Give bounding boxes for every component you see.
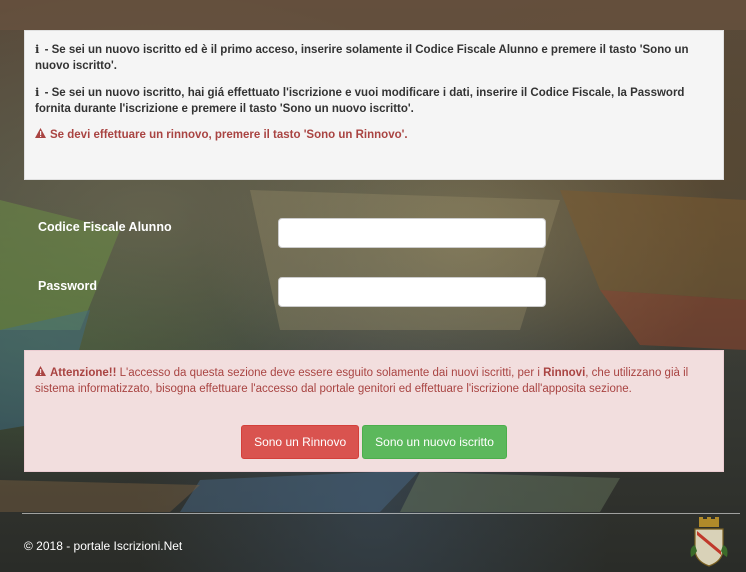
warning-icon bbox=[35, 365, 46, 381]
footer-copyright: © 2018 - portale Iscrizioni.Net bbox=[24, 539, 183, 553]
info-panel: i - Se sei un nuovo iscritto ed è il pri… bbox=[24, 30, 724, 180]
alert-title: Attenzione!! bbox=[50, 367, 117, 379]
info-new-user-modify: i - Se sei un nuovo iscritto, hai giá ef… bbox=[35, 84, 713, 117]
attention-alert: Attenzione!! L'accesso da questa sezione… bbox=[24, 350, 724, 472]
info-icon: i bbox=[35, 85, 40, 99]
sono-un-rinnovo-button[interactable]: Sono un Rinnovo bbox=[241, 425, 360, 459]
sono-un-nuovo-iscritto-button[interactable]: Sono un nuovo iscritto bbox=[362, 425, 507, 459]
alert-message: Attenzione!! L'accesso da questa sezione… bbox=[35, 365, 713, 397]
info-icon: i bbox=[35, 42, 40, 56]
codice-fiscale-input[interactable] bbox=[278, 218, 546, 248]
info-new-user-first-access: i - Se sei un nuovo iscritto ed è il pri… bbox=[35, 41, 713, 74]
footer-divider bbox=[22, 513, 740, 514]
info-renewal-warning: Se devi effettuare un rinnovo, premere i… bbox=[35, 127, 713, 143]
info-line1-text: - Se sei un nuovo iscritto ed è il primo… bbox=[35, 44, 689, 72]
info-line2-text: - Se sei un nuovo iscritto, hai giá effe… bbox=[35, 87, 685, 115]
codice-fiscale-label: Codice Fiscale Alunno bbox=[38, 220, 172, 234]
alert-bold-rinnovi: Rinnovi bbox=[543, 367, 586, 379]
password-input[interactable] bbox=[278, 277, 546, 307]
city-crest-logo bbox=[689, 517, 729, 567]
password-label: Password bbox=[38, 279, 98, 293]
warning-icon bbox=[35, 127, 46, 143]
button-row: Sono un Rinnovo Sono un nuovo iscritto bbox=[25, 425, 723, 459]
alert-text-part1: L'accesso da questa sezione deve essere … bbox=[116, 367, 544, 379]
warning-text: Se devi effettuare un rinnovo, premere i… bbox=[50, 129, 408, 141]
